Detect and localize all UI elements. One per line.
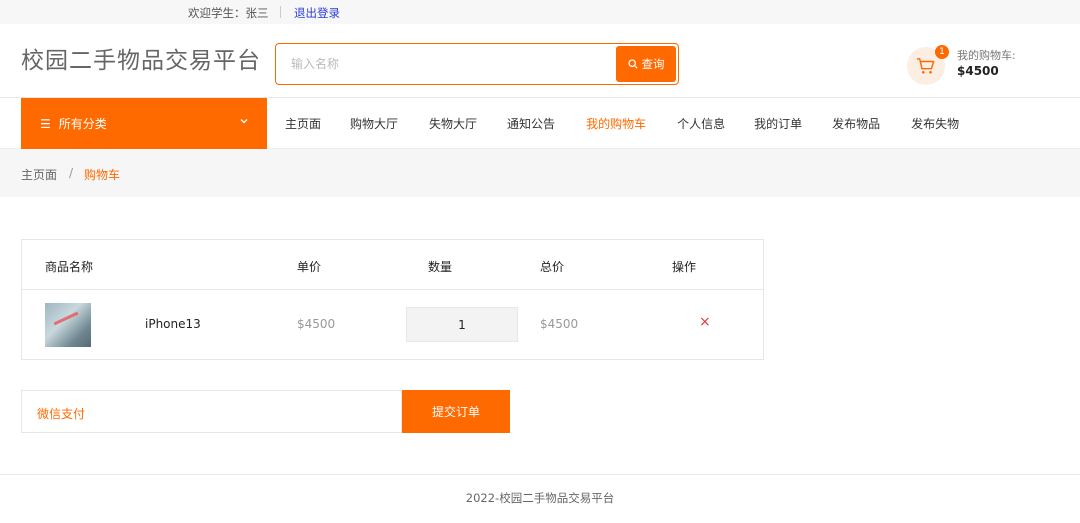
search-box: 查询 (275, 43, 679, 85)
payment-method[interactable]: 微信支付 (21, 390, 402, 433)
product-total: $4500 (540, 317, 579, 331)
nav-item-shopping-hall[interactable]: 购物大厅 (350, 115, 398, 132)
header-total: 总价 (540, 260, 565, 274)
breadcrumb-current: 购物车 (84, 168, 121, 182)
nav-item-lost-hall[interactable]: 失物大厅 (429, 115, 477, 132)
breadcrumb-home[interactable]: 主页面 (21, 166, 57, 183)
header-unit-price: 单价 (297, 260, 322, 274)
header-action: 操作 (672, 260, 697, 274)
logout-link[interactable]: 退出登录 (294, 5, 340, 21)
site-header: 校园二手物品交易平台 查询 1 我的购物车: $4500 (0, 24, 1080, 98)
main-nav: ☰ 所有分类 主页面 购物大厅 失物大厅 通知公告 我的购物车 个人信息 我的订… (0, 98, 1080, 149)
nav-item-my-orders[interactable]: 我的订单 (754, 115, 802, 132)
search-button[interactable]: 查询 (616, 46, 676, 82)
product-price: $4500 (297, 317, 336, 331)
nav-item-notices[interactable]: 通知公告 (507, 115, 555, 132)
nav-item-publish-lost[interactable]: 发布失物 (911, 115, 959, 132)
nav-item-publish-item[interactable]: 发布物品 (832, 115, 880, 132)
cart-table: 商品名称 单价 数量 总价 操作 iPhone13 $4500 $4500 × (21, 239, 764, 360)
footer-text: 2022-校园二手物品交易平台 (465, 491, 615, 505)
chevron-down-icon (240, 119, 248, 124)
search-icon (627, 59, 638, 69)
category-label: 所有分类 (58, 117, 107, 131)
topbar-divider (280, 6, 281, 18)
header-product-name: 商品名称 (45, 260, 94, 274)
cart-label[interactable]: 我的购物车: (957, 47, 1016, 63)
nav-item-my-cart[interactable]: 我的购物车 (586, 115, 646, 132)
breadcrumb: 主页面 / 购物车 (0, 149, 1080, 197)
cart-count-badge: 1 (935, 45, 949, 59)
nav-item-profile[interactable]: 个人信息 (677, 115, 725, 132)
nav-item-home[interactable]: 主页面 (285, 115, 321, 132)
quantity-input[interactable] (406, 307, 518, 342)
welcome-text: 欢迎学生：张三 (188, 6, 269, 20)
breadcrumb-separator: / (69, 166, 74, 180)
cart-icon (917, 58, 935, 74)
table-row: iPhone13 $4500 $4500 × (22, 290, 763, 359)
search-button-label: 查询 (641, 57, 665, 71)
menu-icon: ☰ (40, 116, 51, 131)
cart-amount: $4500 (957, 64, 999, 78)
search-input[interactable] (276, 44, 616, 84)
payment-method-label: 微信支付 (37, 407, 86, 421)
nav-links: 主页面 购物大厅 失物大厅 通知公告 我的购物车 个人信息 我的订单 发布物品 … (285, 115, 959, 132)
top-bar: 欢迎学生：张三 退出登录 (0, 0, 1080, 24)
product-thumbnail[interactable] (45, 303, 91, 347)
category-menu[interactable]: ☰ 所有分类 (21, 98, 267, 149)
header-quantity: 数量 (428, 260, 453, 274)
remove-item-icon[interactable]: × (699, 314, 711, 330)
submit-order-button[interactable]: 提交订单 (402, 390, 510, 433)
table-header: 商品名称 单价 数量 总价 操作 (22, 240, 763, 290)
site-footer: 2022-校园二手物品交易平台 (0, 474, 1080, 523)
site-logo[interactable]: 校园二手物品交易平台 (21, 41, 261, 75)
product-name[interactable]: iPhone13 (145, 317, 201, 331)
